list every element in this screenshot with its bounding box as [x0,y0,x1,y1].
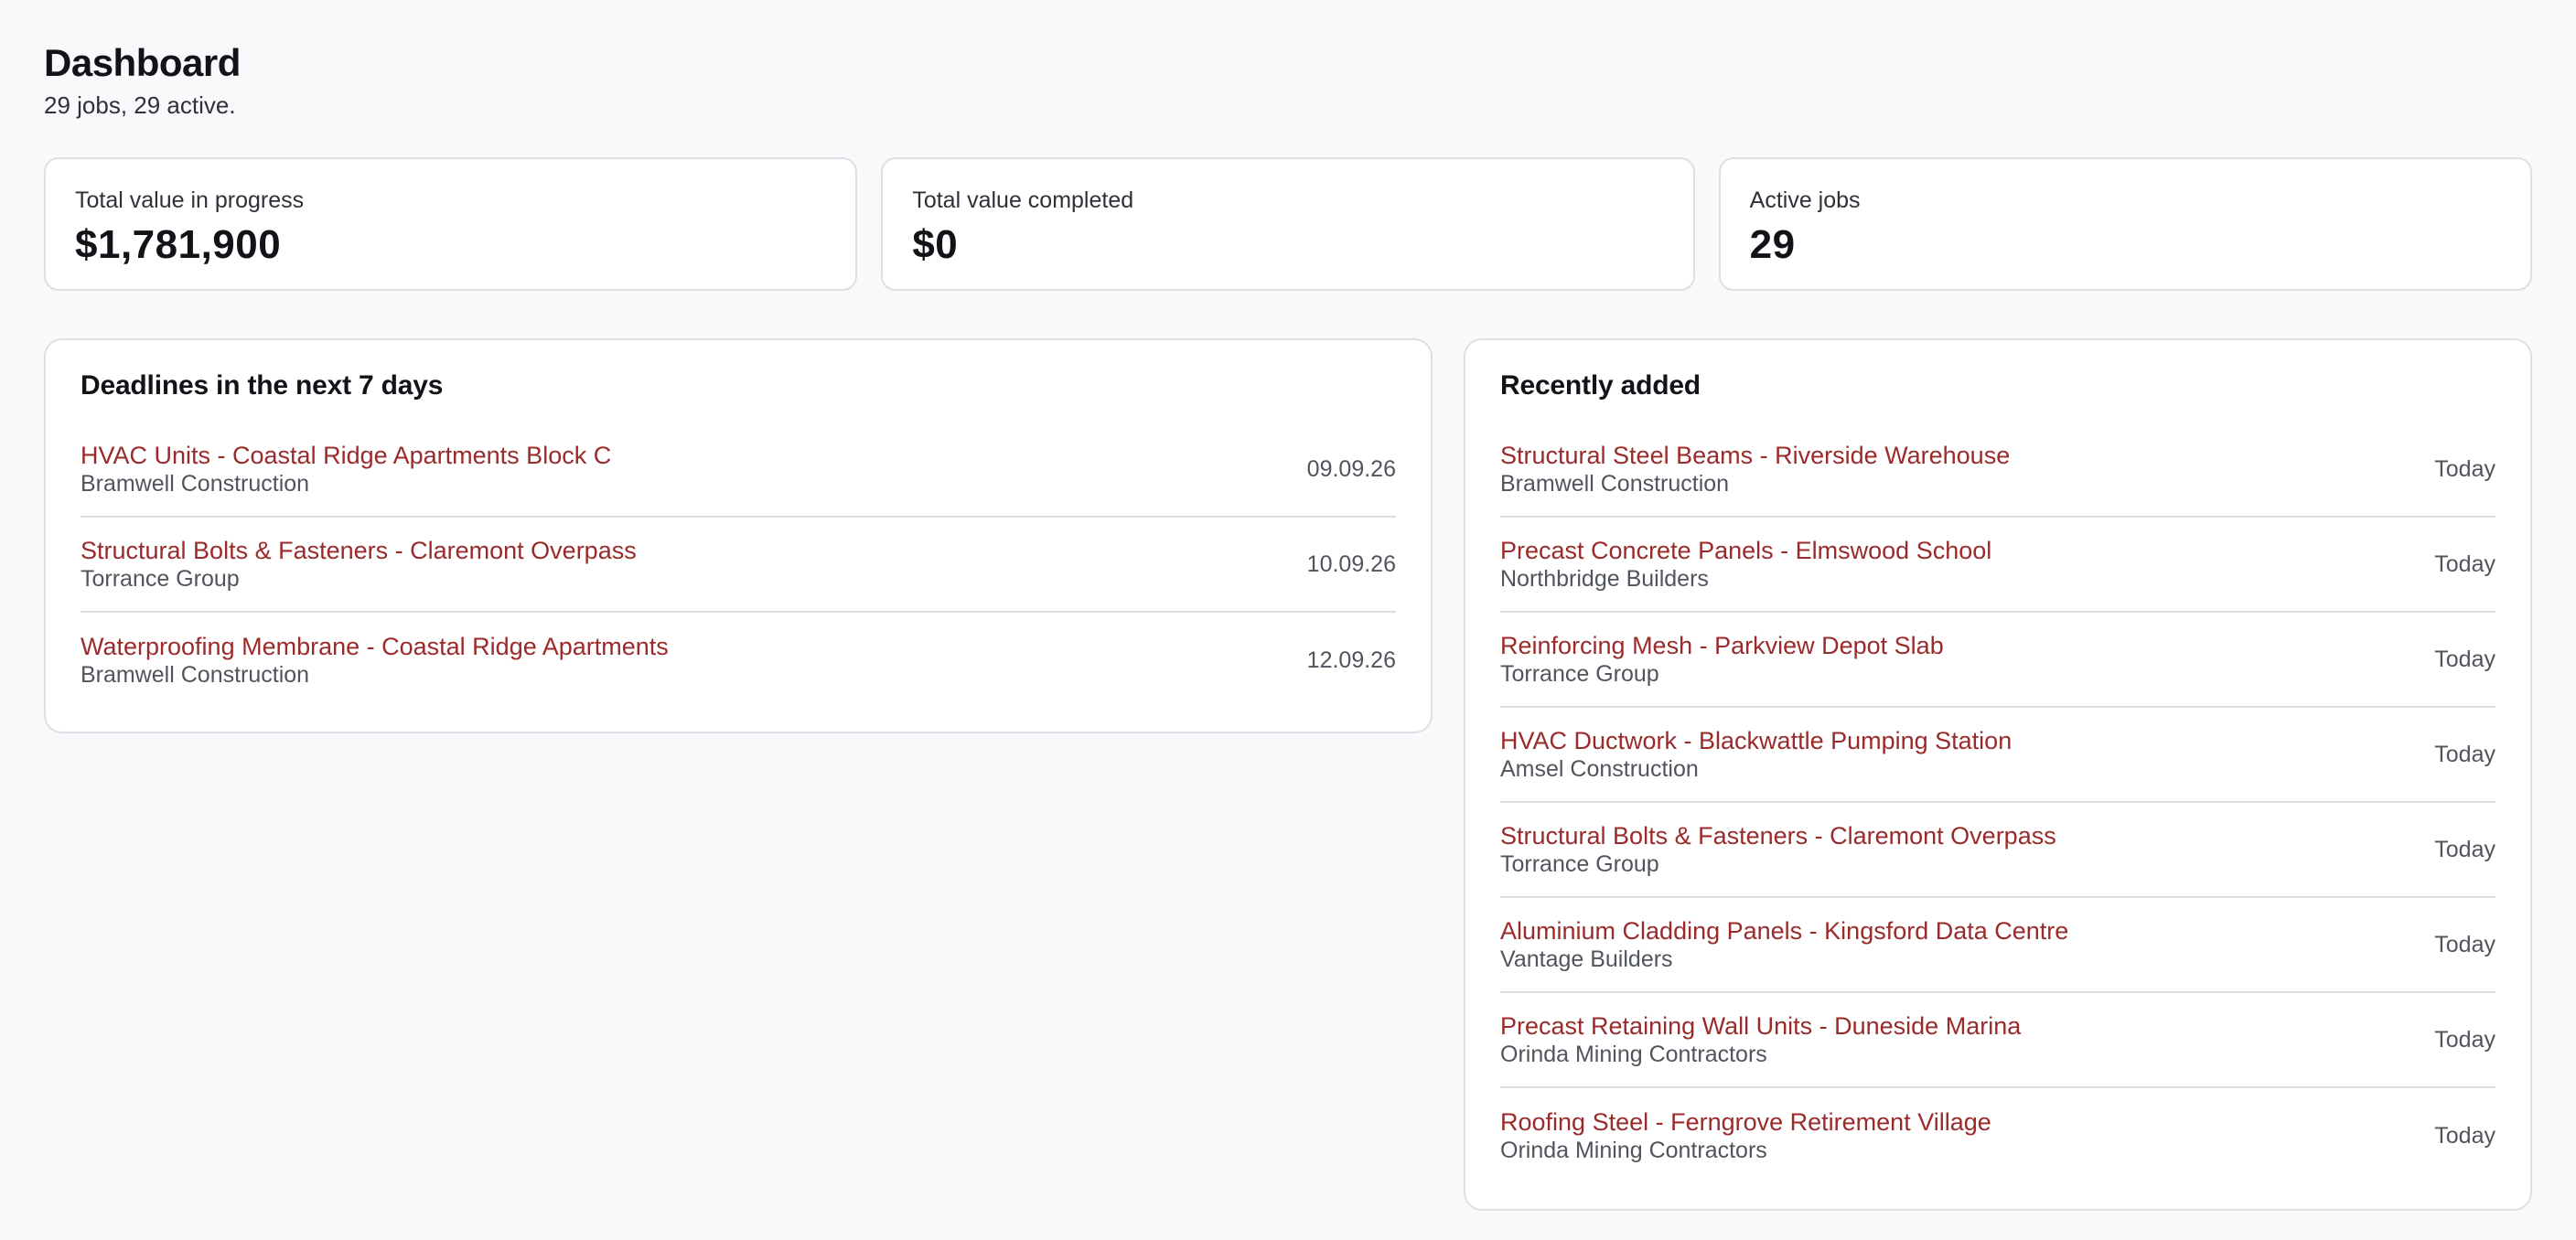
added-date: Today [2434,647,2496,672]
added-date: Today [2434,1123,2496,1149]
job-link[interactable]: Structural Bolts & Fasteners - Claremont… [1500,821,2056,850]
recent-row: Structural Bolts & Fasteners - Claremont… [1500,803,2496,898]
recent-row: Roofing Steel - Ferngrove Retirement Vil… [1500,1088,2496,1183]
recent-row-main: Roofing Steel - Ferngrove Retirement Vil… [1500,1107,1991,1164]
added-date: Today [2434,932,2496,957]
recent-row-main: Structural Steel Beams - Riverside Wareh… [1500,441,2010,497]
client-name: Vantage Builders [1500,946,1673,972]
page-subtitle: 29 jobs, 29 active. [44,91,236,119]
recent-row-main: Precast Concrete Panels - Elmswood Schoo… [1500,536,1991,593]
client-name: Bramwell Construction [80,662,310,688]
client-name: Orinda Mining Contractors [1500,1138,1767,1163]
added-date: Today [2434,837,2496,862]
recently-added-panel: Recently added Structural Steel Beams - … [1464,338,2532,1211]
stat-label: Total value completed [912,187,1134,213]
stat-value: $0 [912,222,959,267]
job-link[interactable]: HVAC Ductwork - Blackwattle Pumping Stat… [1500,726,2012,755]
added-date: Today [2434,1027,2496,1053]
added-date: Today [2434,456,2496,482]
stat-card-completed: Total value completed $0 [881,157,1695,291]
recent-row: Precast Retaining Wall Units - Duneside … [1500,993,2496,1088]
stat-value: 29 [1749,222,1796,267]
client-name: Torrance Group [80,566,240,592]
recent-row: Reinforcing Mesh - Parkview Depot Slab T… [1500,613,2496,708]
job-link[interactable]: Structural Steel Beams - Riverside Wareh… [1500,441,2010,470]
deadline-row-main: Waterproofing Membrane - Coastal Ridge A… [80,632,669,689]
deadline-date: 09.09.26 [1306,456,1396,482]
added-date: Today [2434,742,2496,767]
recently-added-panel-title: Recently added [1500,370,1701,401]
deadline-row-main: Structural Bolts & Fasteners - Claremont… [80,536,637,593]
client-name: Bramwell Construction [80,471,310,497]
job-link[interactable]: Structural Bolts & Fasteners - Claremont… [80,536,637,565]
job-link[interactable]: Roofing Steel - Ferngrove Retirement Vil… [1500,1107,1991,1137]
deadline-date: 12.09.26 [1306,647,1396,673]
stat-card-in-progress: Total value in progress $1,781,900 [44,157,858,291]
recent-row: Structural Steel Beams - Riverside Wareh… [1500,422,2496,518]
dashboard-page: Dashboard 29 jobs, 29 active. Total valu… [44,38,2532,1211]
job-link[interactable]: HVAC Units - Coastal Ridge Apartments Bl… [80,441,611,470]
job-link[interactable]: Waterproofing Membrane - Coastal Ridge A… [80,632,669,661]
stat-value: $1,781,900 [75,222,282,267]
stat-label: Total value in progress [75,187,305,213]
recent-row-main: Aluminium Cladding Panels - Kingsford Da… [1500,916,2068,973]
deadline-row: HVAC Units - Coastal Ridge Apartments Bl… [80,422,1396,518]
stat-card-active-jobs: Active jobs 29 [1718,157,2532,291]
client-name: Amsel Construction [1500,756,1699,782]
client-name: Northbridge Builders [1500,566,1709,592]
page-title: Dashboard [44,41,241,84]
client-name: Bramwell Construction [1500,471,1730,497]
client-name: Torrance Group [1500,661,1659,687]
recent-row: Aluminium Cladding Panels - Kingsford Da… [1500,898,2496,993]
stat-label: Active jobs [1749,187,1861,213]
recent-row-main: Structural Bolts & Fasteners - Claremont… [1500,821,2056,878]
recent-row: HVAC Ductwork - Blackwattle Pumping Stat… [1500,708,2496,803]
deadline-row: Structural Bolts & Fasteners - Claremont… [80,518,1396,613]
job-link[interactable]: Reinforcing Mesh - Parkview Depot Slab [1500,631,1944,660]
recent-row-main: Precast Retaining Wall Units - Duneside … [1500,1011,2021,1068]
deadline-row-main: HVAC Units - Coastal Ridge Apartments Bl… [80,441,611,497]
job-link[interactable]: Precast Concrete Panels - Elmswood Schoo… [1500,536,1991,565]
deadline-row: Waterproofing Membrane - Coastal Ridge A… [80,613,1396,708]
deadlines-panel-title: Deadlines in the next 7 days [80,370,444,401]
job-link[interactable]: Precast Retaining Wall Units - Duneside … [1500,1011,2021,1041]
job-link[interactable]: Aluminium Cladding Panels - Kingsford Da… [1500,916,2068,946]
deadline-date: 10.09.26 [1306,551,1396,577]
recent-row-main: Reinforcing Mesh - Parkview Depot Slab T… [1500,631,1944,688]
recently-added-list: Structural Steel Beams - Riverside Wareh… [1500,422,2496,1183]
stats-row: Total value in progress $1,781,900 Total… [44,157,2532,291]
client-name: Torrance Group [1500,851,1659,877]
added-date: Today [2434,551,2496,577]
deadlines-list: HVAC Units - Coastal Ridge Apartments Bl… [80,422,1396,708]
recent-row-main: HVAC Ductwork - Blackwattle Pumping Stat… [1500,726,2012,783]
deadlines-panel: Deadlines in the next 7 days HVAC Units … [44,338,1433,733]
recent-row: Precast Concrete Panels - Elmswood Schoo… [1500,518,2496,613]
client-name: Orinda Mining Contractors [1500,1042,1767,1067]
